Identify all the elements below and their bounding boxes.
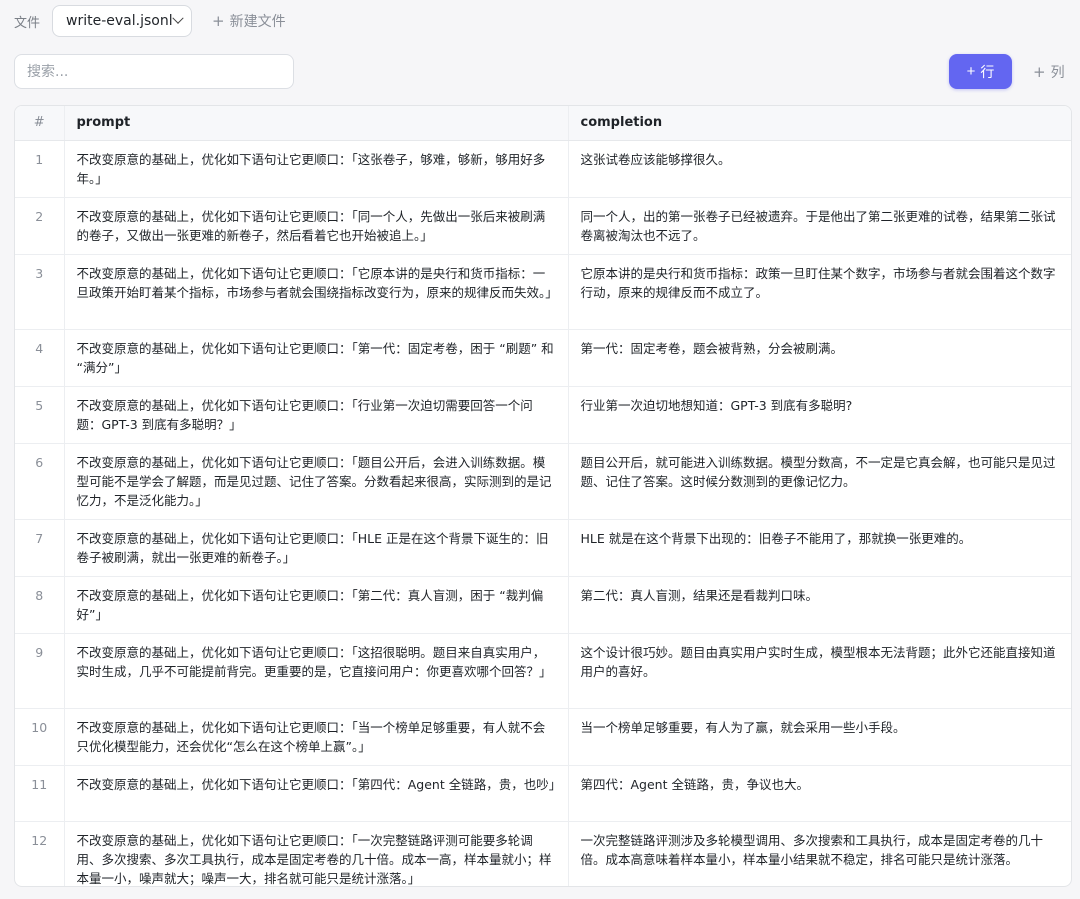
table-row[interactable]: 3 不改变原意的基础上，优化如下语句让它更顺口：「它原本讲的是央行和货币指标：一… (15, 254, 1071, 330)
prompt-cell[interactable]: 不改变原意的基础上，优化如下语句让它更顺口：「行业第一次迫切需要回答一个问题：G… (63, 386, 568, 444)
row-number: 8 (15, 576, 64, 634)
prompt-cell[interactable]: 不改变原意的基础上，优化如下语句让它更顺口：「当一个榜单足够重要，有人就不会只优… (63, 708, 568, 766)
completion-cell[interactable]: 这张试卷应该能够撑很久。 (567, 140, 1071, 198)
data-table: # prompt completion 1 不改变原意的基础上，优化如下语句让它… (14, 105, 1072, 887)
prompt-cell[interactable]: 不改变原意的基础上，优化如下语句让它更顺口：「这张卷子，够难，够新，够用好多年。… (63, 140, 568, 198)
prompt-cell[interactable]: 不改变原意的基础上，优化如下语句让它更顺口：「第四代：Agent 全链路，贵，也… (63, 765, 568, 822)
prompt-cell[interactable]: 不改变原意的基础上，优化如下语句让它更顺口：「一次完整链路评测可能要多轮调用、多… (63, 821, 568, 886)
row-number: 12 (31, 832, 48, 848)
header-prompt[interactable]: prompt (63, 106, 568, 141)
file-select-value: write-eval.jsonl (66, 13, 173, 29)
prompt-cell[interactable]: 不改变原意的基础上，优化如下语句让它更顺口：「同一个人，先做出一张后来被刷满的卷… (63, 197, 568, 255)
chevron-down-icon (172, 12, 184, 24)
page: 文件 write-eval.jsonl + 新建文件 + 行 + 列 # pro… (0, 0, 1080, 899)
row-number: 4 (15, 329, 64, 387)
prompt-cell[interactable]: 不改变原意的基础上，优化如下语句让它更顺口：「它原本讲的是央行和货币指标：一旦政… (63, 254, 568, 330)
completion-cell[interactable]: 第二代：真人盲测，结果还是看裁判口味。 (567, 576, 1071, 634)
table-row[interactable]: 4 不改变原意的基础上，优化如下语句让它更顺口：「第一代：固定考卷，困于 “刷题… (15, 329, 1071, 387)
prompt-cell[interactable]: 不改变原意的基础上，优化如下语句让它更顺口：「第二代：真人盲测，困于 “裁判偏好… (63, 576, 568, 634)
completion-cell[interactable]: 同一个人，出的第一张卷子已经被遗弃。于是他出了第二张更难的试卷，结果第二张试卷离… (567, 197, 1071, 255)
prompt-cell[interactable]: 不改变原意的基础上，优化如下语句让它更顺口：「这招很聪明。题目来自真实用户，实时… (63, 633, 568, 709)
row-number: 5 (15, 386, 64, 444)
file-select[interactable]: write-eval.jsonl (52, 5, 193, 37)
completion-cell[interactable]: 第一代：固定考卷，题会被背熟，分会被刷满。 (567, 329, 1071, 387)
table-row[interactable]: 2 不改变原意的基础上，优化如下语句让它更顺口：「同一个人，先做出一张后来被刷满… (15, 197, 1071, 255)
new-file-label: 新建文件 (229, 14, 286, 30)
row-number: 9 (15, 633, 64, 709)
plus-icon: + (212, 12, 225, 30)
prompt-cell[interactable]: 不改变原意的基础上，优化如下语句让它更顺口：「题目公开后，会进入训练数据。模型可… (63, 443, 568, 520)
row-number: 11 (15, 765, 64, 822)
add-column-button[interactable]: + 列 (1033, 62, 1065, 82)
row-number: 1 (15, 140, 64, 198)
file-label: 文件 (14, 15, 41, 31)
row-number: 6 (15, 443, 64, 520)
header-completion[interactable]: completion (567, 106, 1071, 141)
row-number: 3 (15, 254, 64, 330)
table-row[interactable]: 10 不改变原意的基础上，优化如下语句让它更顺口：「当一个榜单足够重要，有人就不… (15, 708, 1071, 766)
add-column-label: 列 (1050, 65, 1065, 81)
completion-cell[interactable]: HLE 就是在这个背景下出现的：旧卷子不能用了，那就换一张更难的。 (567, 519, 1071, 577)
completion-cell[interactable]: 它原本讲的是央行和货币指标：政策一旦盯住某个数字，市场参与者就会围着这个数字行动… (567, 254, 1071, 330)
new-file-button[interactable]: + 新建文件 (212, 11, 286, 31)
completion-cell[interactable]: 当一个榜单足够重要，有人为了赢，就会采用一些小手段。 (567, 708, 1071, 766)
prompt-cell[interactable]: 不改变原意的基础上，优化如下语句让它更顺口：「HLE 正是在这个背景下诞生的：旧… (63, 519, 568, 577)
header-row: # prompt completion (15, 106, 1071, 141)
completion-cell[interactable]: 第四代：Agent 全链路，贵，争议也大。 (567, 765, 1071, 822)
completion-cell[interactable]: 这个设计很巧妙。题目由真实用户实时生成，模型根本无法背题；此外它还能直接知道用户… (567, 633, 1071, 709)
completion-cell[interactable]: 行业第一次迫切地想知道：GPT-3 到底有多聪明? (567, 386, 1071, 444)
table-header: # prompt completion (15, 106, 1071, 141)
add-row-button[interactable]: + 行 (949, 54, 1012, 89)
row-number: 7 (15, 519, 64, 577)
plus-icon: + (1033, 63, 1046, 81)
table-row[interactable]: 7 不改变原意的基础上，优化如下语句让它更顺口：「HLE 正是在这个背景下诞生的… (15, 519, 1071, 577)
row-number: 10 (15, 708, 64, 766)
table-row[interactable]: 11 不改变原意的基础上，优化如下语句让它更顺口：「第四代：Agent 全链路，… (15, 765, 1071, 822)
table-row[interactable]: 1 不改变原意的基础上，优化如下语句让它更顺口：「这张卷子，够难，够新，够用好多… (15, 140, 1071, 198)
table-row[interactable]: 9 不改变原意的基础上，优化如下语句让它更顺口：「这招很聪明。题目来自真实用户，… (15, 633, 1071, 709)
table-row[interactable]: 6 不改变原意的基础上，优化如下语句让它更顺口：「题目公开后，会进入训练数据。模… (15, 443, 1071, 520)
table-row[interactable]: 5 不改变原意的基础上，优化如下语句让它更顺口：「行业第一次迫切需要回答一个问题… (15, 386, 1071, 444)
add-row-label: 行 (980, 63, 995, 80)
plus-icon: + (966, 63, 976, 80)
row-number: 2 (15, 197, 64, 255)
prompt-cell[interactable]: 不改变原意的基础上，优化如下语句让它更顺口：「第一代：固定考卷，困于 “刷题” … (63, 329, 568, 387)
search-input[interactable] (14, 54, 294, 89)
table-row[interactable]: 8 不改变原意的基础上，优化如下语句让它更顺口：「第二代：真人盲测，困于 “裁判… (15, 576, 1071, 634)
header-num: # (15, 106, 64, 141)
completion-cell[interactable]: 一次完整链路评测涉及多轮模型调用、多次搜索和工具执行，成本是固定考卷的几十倍。成… (567, 821, 1071, 886)
table-row[interactable]: 12 不改变原意的基础上，优化如下语句让它更顺口：「一次完整链路评测可能要多轮调… (15, 821, 1071, 886)
completion-cell[interactable]: 题目公开后，就可能进入训练数据。模型分数高，不一定是它真会解，也可能只是见过题、… (567, 443, 1071, 520)
file-bar: 文件 write-eval.jsonl + 新建文件 (14, 5, 286, 37)
table-body: 1 不改变原意的基础上，优化如下语句让它更顺口：「这张卷子，够难，够新，够用好多… (15, 140, 1071, 886)
table: # prompt completion 1 不改变原意的基础上，优化如下语句让它… (15, 106, 1071, 886)
